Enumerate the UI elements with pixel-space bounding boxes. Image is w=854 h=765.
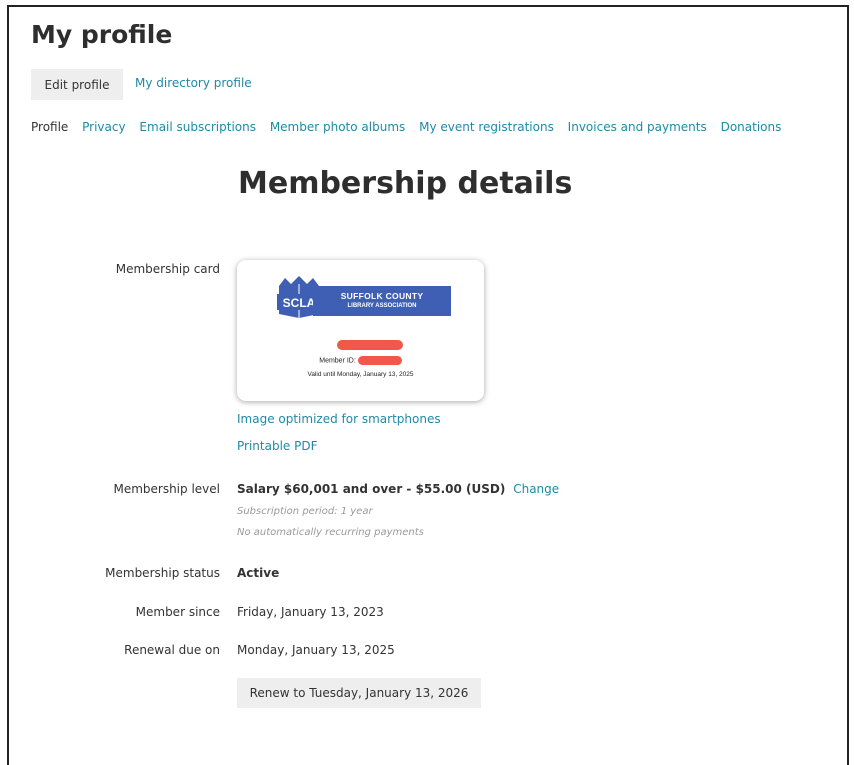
subnav-item-member-photo-albums[interactable]: Member photo albums — [270, 120, 405, 134]
member-id-redaction — [357, 356, 402, 365]
logo-line2: LIBRARY ASSOCIATION — [347, 303, 417, 309]
member-id-row: Member ID: — [237, 356, 484, 365]
membership-status-value: Active — [237, 566, 280, 580]
membership-level-value: Salary $60,001 and over - $55.00 (USD) — [237, 482, 506, 496]
member-since-label: Member since — [135, 605, 220, 619]
subnav-item-event-registrations[interactable]: My event registrations — [419, 120, 554, 134]
subnav-item-profile: Profile — [31, 120, 69, 134]
redaction-bar — [337, 340, 403, 350]
profile-subnav: Profile Privacy Email subscriptions Memb… — [31, 120, 791, 134]
subnav-item-invoices-payments[interactable]: Invoices and payments — [568, 120, 707, 134]
recurring-payments-note: No automatically recurring payments — [237, 527, 424, 538]
section-title: Membership details — [238, 166, 573, 201]
membership-status-label: Membership status — [105, 566, 220, 580]
subnav-item-email-subscriptions[interactable]: Email subscriptions — [139, 120, 256, 134]
smartphone-image-link[interactable]: Image optimized for smartphones — [237, 412, 441, 426]
edit-profile-button[interactable]: Edit profile — [31, 69, 123, 100]
membership-level-row: Salary $60,001 and over - $55.00 (USD) C… — [237, 482, 559, 496]
logo-line1: SUFFOLK COUNTY — [340, 291, 424, 301]
scla-logo: SCLA SUFFOLK COUNTY LIBRARY ASSOCIATION — [275, 274, 455, 322]
renewal-due-label: Renewal due on — [124, 643, 220, 657]
membership-card-image: SCLA SUFFOLK COUNTY LIBRARY ASSOCIATION … — [237, 260, 484, 401]
renew-button[interactable]: Renew to Tuesday, January 13, 2026 — [237, 678, 481, 708]
logo-abbr: SCLA — [283, 296, 316, 310]
change-level-link[interactable]: Change — [513, 482, 559, 496]
membership-card-label: Membership card — [115, 262, 220, 276]
logo-banner: SUFFOLK COUNTY LIBRARY ASSOCIATION — [313, 286, 451, 316]
member-since-value: Friday, January 13, 2023 — [237, 605, 384, 619]
member-id-label: Member ID: — [319, 357, 356, 365]
membership-level-label: Membership level — [113, 482, 220, 496]
printable-pdf-link[interactable]: Printable PDF — [237, 439, 317, 453]
card-valid-until: Valid until Monday, January 13, 2025 — [307, 371, 414, 378]
page-title: My profile — [31, 20, 173, 49]
renewal-due-value: Monday, January 13, 2025 — [237, 643, 395, 657]
subnav-item-donations[interactable]: Donations — [721, 120, 782, 134]
subnav-item-privacy[interactable]: Privacy — [82, 120, 125, 134]
my-directory-profile-link[interactable]: My directory profile — [135, 76, 252, 90]
subscription-period: Subscription period: 1 year — [237, 506, 373, 517]
